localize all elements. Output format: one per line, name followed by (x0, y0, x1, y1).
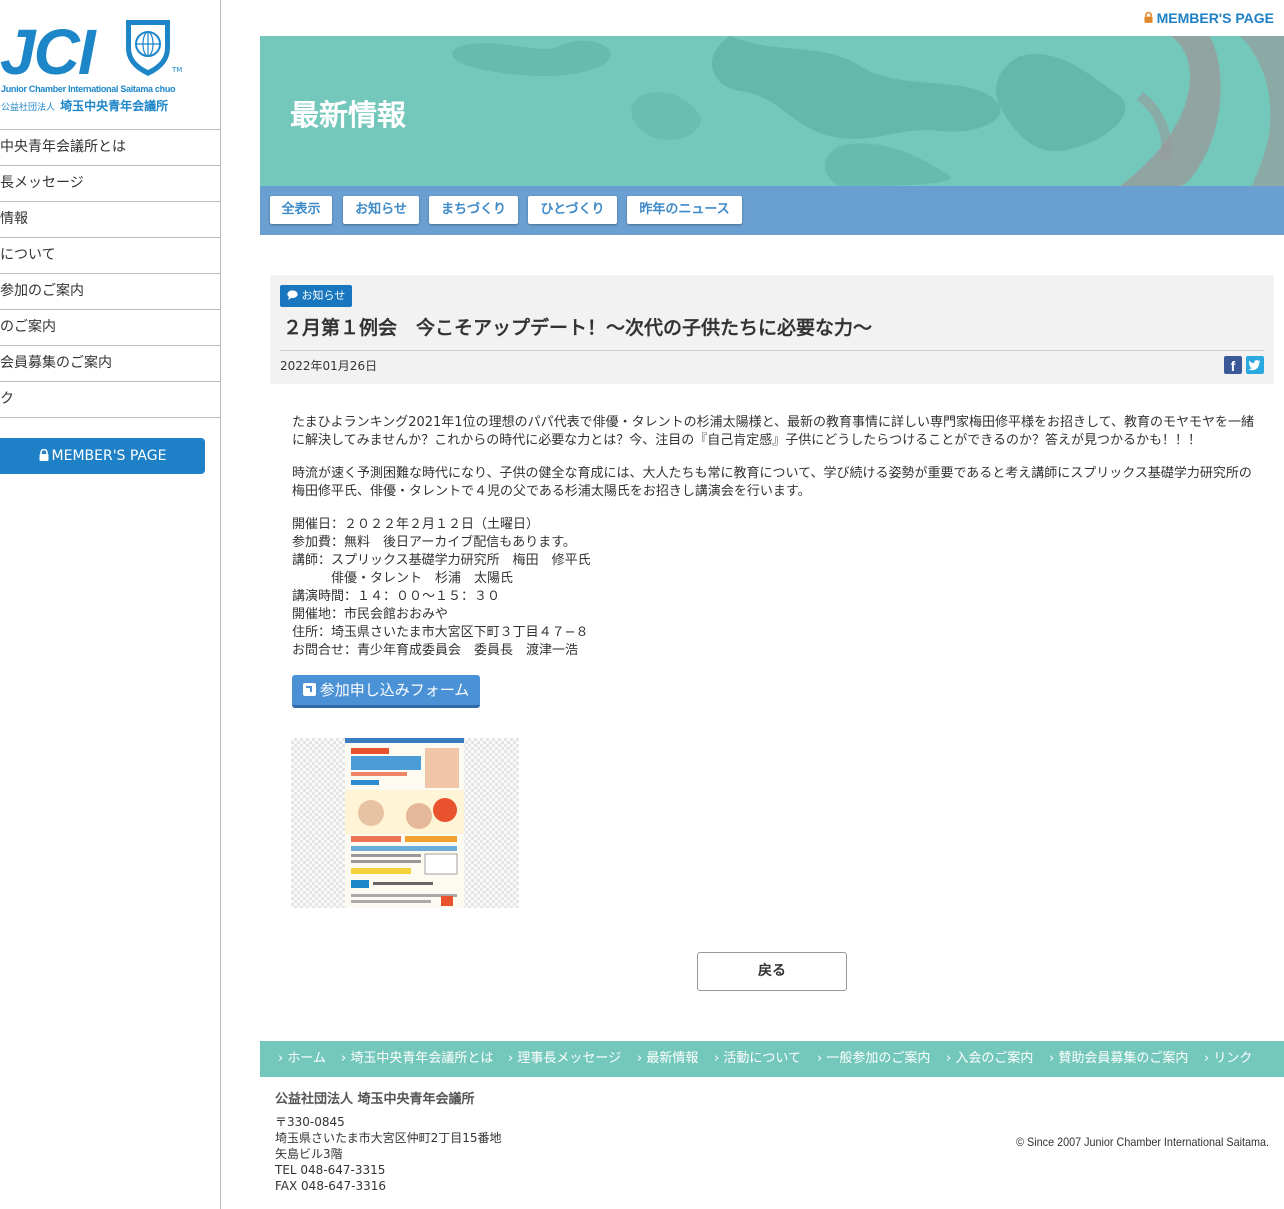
logo-japanese-name: 公益社団法人 埼玉中央青年会議所 (1, 95, 168, 114)
footer-link-news-label: 最新情報 (646, 1051, 699, 1066)
sidebar-nav: 中央青年会議所とは 長メッセージ 情報 について 参加のご案内 のご案内 会員募… (0, 129, 220, 418)
sidebar-item-news[interactable]: 情報 (0, 202, 220, 238)
logo-jp-name: 埼玉中央青年会議所 (60, 99, 169, 113)
footer-link-participation[interactable]: › 一般参加のご案内 (817, 1041, 930, 1077)
hero-map-background (451, 36, 1284, 186)
detail-time: 講演時間：１４：００〜１５：３０ (292, 589, 501, 604)
tab-notice[interactable]: お知らせ (343, 196, 419, 224)
article-paragraph-2: 時流が速く予測困難な時代になり、子供の健全な育成には、大人たちも常に教育について… (292, 466, 1252, 499)
registration-form-button[interactable]: 参加申し込みフォーム (292, 675, 480, 708)
registration-form-label: 参加申し込みフォーム (319, 681, 470, 699)
page-title: 最新情報 (290, 98, 407, 132)
top-member-link[interactable]: MEMBER'S PAGE (1144, 10, 1274, 26)
category-bar: 全表示 お知らせ まちづくり ひとづくり 昨年のニュース (260, 186, 1284, 235)
article-body: たまひよランキング2021年1位の理想のパパ代表で俳優・タレントの杉浦太陽様と、… (292, 414, 1257, 660)
detail-lecturer-1: 講師：スプリックス基礎学力研究所 梅田 修平氏 (292, 553, 591, 568)
footer-nav: › ホーム › 埼玉中央青年会議所とは › 理事長メッセージ › 最新情報 › … (260, 1041, 1284, 1077)
footer-postal: 〒330-0845 (275, 1115, 345, 1129)
footer-tel: TEL 048-647-3315 (275, 1163, 386, 1177)
title-divider (280, 350, 1264, 351)
logo-jp-prefix: 公益社団法人 (1, 103, 56, 113)
footer-link-join[interactable]: › 入会のご案内 (946, 1041, 1033, 1077)
footer-fax: FAX 048-647-3316 (275, 1179, 387, 1193)
footer-link-sponsor[interactable]: › 賛助会員募集のご案内 (1049, 1041, 1188, 1077)
site-logo[interactable]: JCI TM Junior Chamber International Sait… (0, 16, 190, 116)
sidebar-item-participation[interactable]: 参加のご案内 (0, 274, 220, 310)
detail-venue: 開催地：市民会館おおみや (292, 607, 449, 622)
trademark: TM (172, 66, 183, 74)
sidebar-item-sponsor[interactable]: 会員募集のご案内 (0, 346, 220, 382)
sidebar-item-message[interactable]: 長メッセージ (0, 166, 220, 202)
sidebar: JCI TM Junior Chamber International Sait… (0, 0, 221, 1209)
footer-link-home[interactable]: › ホーム (278, 1041, 326, 1077)
sidebar-member-button[interactable]: MEMBER'S PAGE (0, 438, 205, 474)
footer-link-links-label: リンク (1213, 1051, 1253, 1066)
footer-address-1: 埼玉県さいたま市大宮区仲町2丁目15番地 (275, 1131, 502, 1145)
top-member-label: MEMBER'S PAGE (1156, 10, 1274, 26)
footer-org-name: 公益社団法人 埼玉中央青年会議所 (275, 1092, 475, 1107)
sidebar-item-join[interactable]: のご案内 (0, 310, 220, 346)
footer-link-news[interactable]: › 最新情報 (637, 1041, 698, 1077)
globe-emblem-icon (126, 20, 170, 76)
footer-link-participation-label: 一般参加のご案内 (826, 1051, 931, 1066)
tab-machizukuri[interactable]: まちづくり (429, 196, 518, 224)
footer-link-home-label: ホーム (287, 1051, 326, 1066)
article-title: ２月第１例会 今こそアップデート！～次代の子供たちに必要な力～ (283, 317, 873, 339)
logo-mark: JCI (0, 16, 96, 88)
lock-icon (39, 448, 49, 461)
sidebar-member-label: MEMBER'S PAGE (51, 448, 167, 464)
detail-contact: お問合せ：青少年育成委員会 委員長 渡津一浩 (292, 643, 579, 658)
footer-link-activities[interactable]: › 活動について (714, 1041, 801, 1077)
external-link-icon (302, 683, 316, 696)
footer-link-links[interactable]: › リンク (1204, 1041, 1252, 1077)
detail-fee: 参加費：無料 後日アーカイブ配信もあります。 (292, 535, 576, 550)
footer-link-about-label: 埼玉中央青年会議所とは (350, 1051, 494, 1066)
footer-info: 公益社団法人 埼玉中央青年会議所 〒330-0845 埼玉県さいたま市大宮区仲町… (275, 1092, 502, 1194)
footer-link-message-label: 理事長メッセージ (517, 1051, 622, 1066)
facebook-share-icon[interactable]: f (1224, 356, 1242, 374)
article-date: 2022年01月26日 (280, 359, 378, 373)
tab-all[interactable]: 全表示 (270, 196, 332, 224)
footer-link-message[interactable]: › 理事長メッセージ (508, 1041, 621, 1077)
sidebar-item-links[interactable]: ク (0, 382, 220, 418)
event-details: 開催日：２０２２年２月１２日（土曜日） 参加費：無料 後日アーカイブ配信もありま… (292, 516, 1257, 660)
comment-icon (287, 290, 298, 300)
tab-hitozukuri[interactable]: ひとづくり (528, 196, 617, 224)
footer-link-about[interactable]: › 埼玉中央青年会議所とは (341, 1041, 493, 1077)
logo-english-name: Junior Chamber International Saitama chu… (1, 84, 176, 94)
footer-address-2: 矢島ビル3階 (275, 1147, 343, 1161)
sidebar-item-activities[interactable]: について (0, 238, 220, 274)
twitter-share-icon[interactable] (1246, 356, 1264, 374)
hero-banner: 最新情報 (260, 36, 1284, 186)
detail-date: 開催日：２０２２年２月１２日（土曜日） (292, 517, 540, 532)
category-badge[interactable]: お知らせ (280, 285, 353, 307)
detail-address: 住所：埼玉県さいたま市大宮区下町３丁目４７−８ (292, 625, 589, 640)
footer-link-join-label: 入会のご案内 (955, 1051, 1034, 1066)
event-flyer-image[interactable] (291, 738, 519, 908)
sidebar-item-about[interactable]: 中央青年会議所とは (0, 130, 220, 166)
copyright: © Since 2007 Junior Chamber Internationa… (1016, 1135, 1269, 1149)
detail-lecturer-2: 俳優・タレント 杉浦 太陽氏 (292, 571, 514, 586)
twitter-bird-icon (1248, 360, 1261, 371)
category-badge-label: お知らせ (301, 289, 346, 302)
lock-icon (1144, 11, 1153, 23)
article-paragraph-1: たまひよランキング2021年1位の理想のパパ代表で俳優・タレントの杉浦太陽様と、… (292, 415, 1255, 448)
flyer-poster-graphic (345, 738, 464, 908)
tab-last-year-news[interactable]: 昨年のニュース (627, 196, 742, 224)
article-header: お知らせ ２月第１例会 今こそアップデート！～次代の子供たちに必要な力～ 202… (270, 275, 1274, 384)
footer-link-sponsor-label: 賛助会員募集のご案内 (1058, 1051, 1189, 1066)
back-button[interactable]: 戻る (697, 952, 847, 991)
footer-link-activities-label: 活動について (723, 1051, 801, 1066)
